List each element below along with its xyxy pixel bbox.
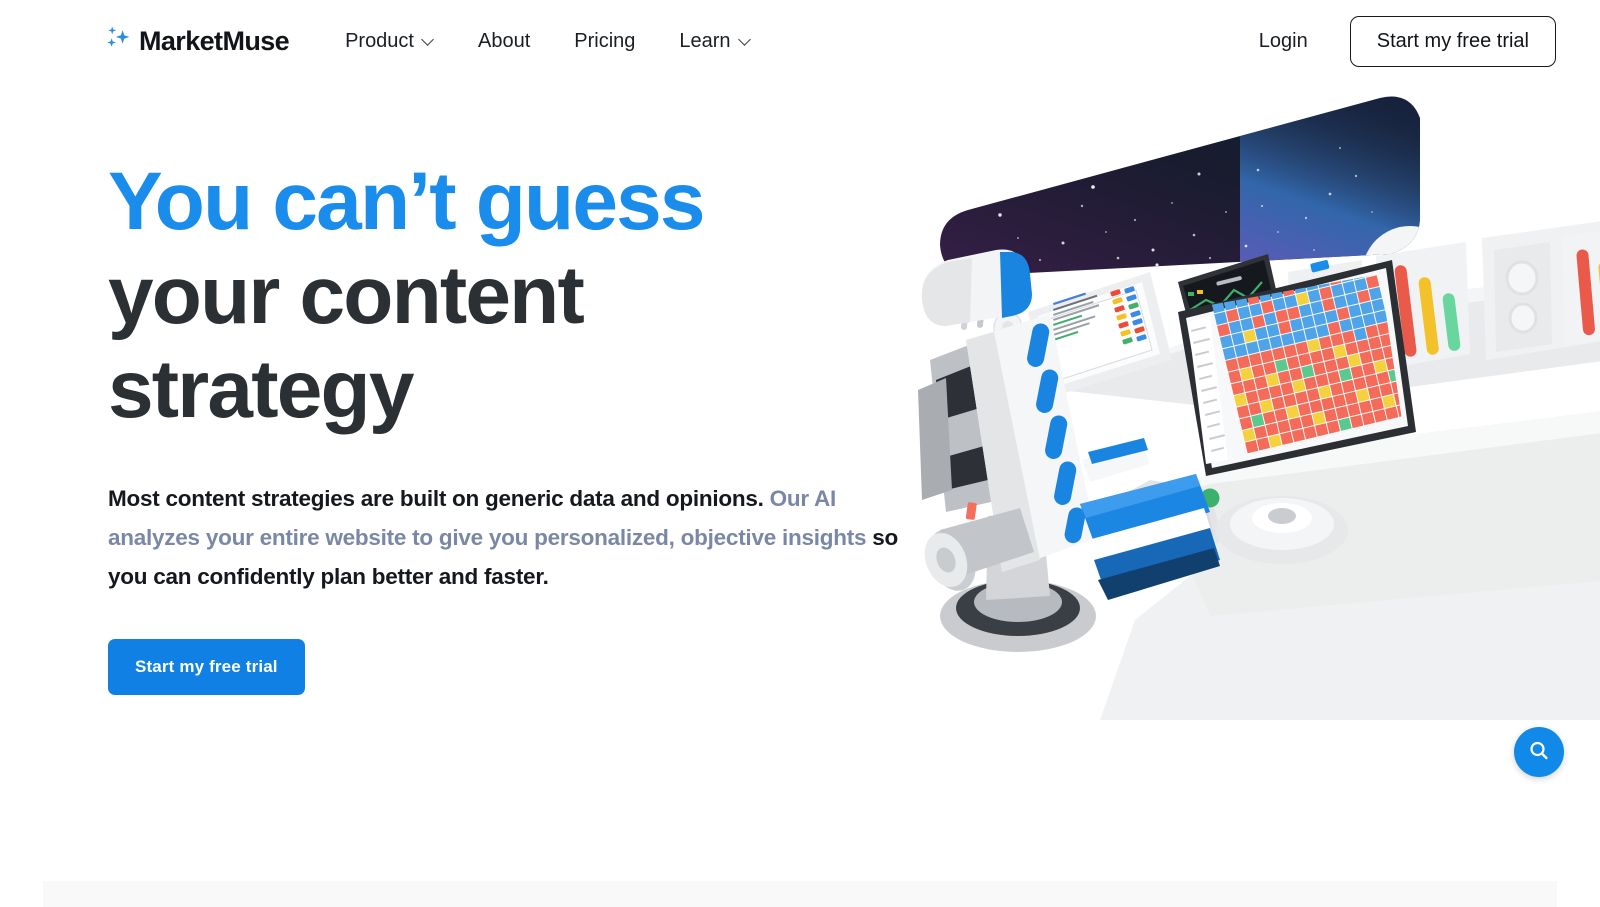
headline-line-2: your content	[108, 250, 585, 341]
right-wall-panels	[1482, 221, 1600, 360]
nav-item-label: Product	[345, 29, 414, 52]
hero-copy: You can’t guess your content strategy Mo…	[108, 155, 938, 695]
sparkles-icon	[104, 24, 134, 58]
chevron-down-icon	[423, 34, 434, 45]
headline-line-1: You can’t guess	[108, 156, 706, 247]
brand-logo[interactable]: MarketMuse	[104, 24, 290, 58]
spaceship-cockpit-illustration	[910, 60, 1600, 720]
nav-item-label: Learn	[679, 29, 731, 52]
landing-page: MarketMuse Product About Pricing Learn L…	[0, 0, 1600, 907]
headline-line-3: strategy	[108, 344, 414, 435]
header-actions: Login Start my free trial	[1259, 15, 1556, 67]
header-start-trial-button[interactable]: Start my free trial	[1349, 15, 1556, 67]
next-section-band	[43, 881, 1557, 907]
nav-item-label: Pricing	[574, 29, 636, 52]
site-header: MarketMuse Product About Pricing Learn L…	[0, 0, 1600, 82]
search-fab-button[interactable]	[1514, 727, 1564, 777]
page-title: You can’t guess your content strategy	[108, 155, 938, 437]
nav-item-label: About	[478, 29, 531, 52]
subcopy-part-1: Most content strategies are built on gen…	[108, 486, 770, 511]
hero-subcopy: Most content strategies are built on gen…	[108, 479, 908, 596]
brand-name: MarketMuse	[139, 25, 290, 56]
search-icon	[1528, 740, 1550, 765]
nav-item-learn[interactable]: Learn	[679, 22, 750, 61]
nav-item-product[interactable]: Product	[345, 22, 434, 61]
chevron-down-icon	[740, 34, 751, 45]
nav-item-pricing[interactable]: Pricing	[574, 22, 635, 61]
trackball-control	[1216, 496, 1348, 564]
hero-start-trial-button[interactable]: Start my free trial	[108, 639, 305, 695]
login-link[interactable]: Login	[1259, 30, 1308, 53]
nav-item-about[interactable]: About	[478, 22, 530, 61]
primary-nav: Product About Pricing Learn	[345, 22, 751, 61]
